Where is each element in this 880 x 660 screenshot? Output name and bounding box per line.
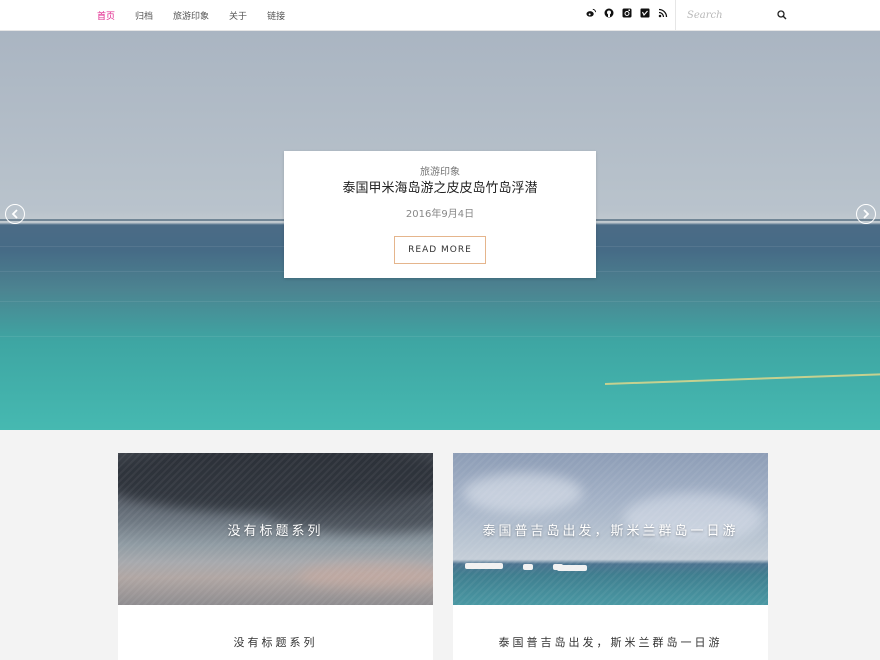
post-card-title[interactable]: 泰国普吉岛出发，斯米兰群岛一日游 xyxy=(453,634,768,650)
social-links xyxy=(586,8,668,18)
post-card-image-title: 没有标题系列 xyxy=(227,524,324,539)
post-card-image[interactable]: 泰国普吉岛出发，斯米兰群岛一日游 xyxy=(453,453,768,605)
nav-item-links[interactable]: 链接 xyxy=(267,9,285,22)
nav-item-home[interactable]: 首页 xyxy=(97,9,115,22)
github-icon[interactable] xyxy=(604,8,614,18)
vimeo-icon[interactable] xyxy=(640,8,650,18)
post-card-title[interactable]: 没有标题系列 xyxy=(118,634,433,650)
hero-slider: 旅游印象 泰国甲米海岛游之皮皮岛竹岛浮潜 2016年9月4日 READ MORE xyxy=(0,31,880,430)
hero-post-card: 旅游印象 泰国甲米海岛游之皮皮岛竹岛浮潜 2016年9月4日 READ MORE xyxy=(284,151,596,278)
read-more-button[interactable]: READ MORE xyxy=(394,236,486,264)
hero-date: 2016年9月4日 xyxy=(405,209,475,220)
search-input[interactable] xyxy=(687,5,775,25)
instagram-icon[interactable] xyxy=(622,8,632,18)
chevron-right-icon xyxy=(863,209,870,219)
post-card-image[interactable]: 没有标题系列 xyxy=(118,453,433,605)
weibo-icon[interactable] xyxy=(586,8,596,18)
hero-category[interactable]: 旅游印象 xyxy=(284,163,596,178)
nav-item-about[interactable]: 关于 xyxy=(229,9,247,22)
post-card-image-title: 泰国普吉岛出发，斯米兰群岛一日游 xyxy=(482,524,739,539)
search-box xyxy=(675,0,787,30)
chevron-left-icon xyxy=(11,209,18,219)
nav-item-travel[interactable]: 旅游印象 xyxy=(173,9,209,22)
post-card[interactable]: 泰国普吉岛出发，斯米兰群岛一日游 泰国普吉岛出发，斯米兰群岛一日游 xyxy=(453,453,768,660)
post-card[interactable]: 没有标题系列 没有标题系列 xyxy=(118,453,433,660)
slider-next-button[interactable] xyxy=(856,204,876,224)
hero-ripple xyxy=(0,301,880,302)
hero-rope xyxy=(604,373,880,385)
main-nav: 首页 归档 旅游印象 关于 链接 xyxy=(97,0,305,30)
slider-prev-button[interactable] xyxy=(5,204,25,224)
hero-title[interactable]: 泰国甲米海岛游之皮皮岛竹岛浮潜 xyxy=(284,177,596,196)
rss-icon[interactable] xyxy=(658,8,668,18)
search-icon[interactable] xyxy=(777,9,787,21)
nav-item-archive[interactable]: 归档 xyxy=(135,9,153,22)
hero-ripple xyxy=(0,336,880,337)
top-header: 首页 归档 旅游印象 关于 链接 xyxy=(0,0,880,31)
